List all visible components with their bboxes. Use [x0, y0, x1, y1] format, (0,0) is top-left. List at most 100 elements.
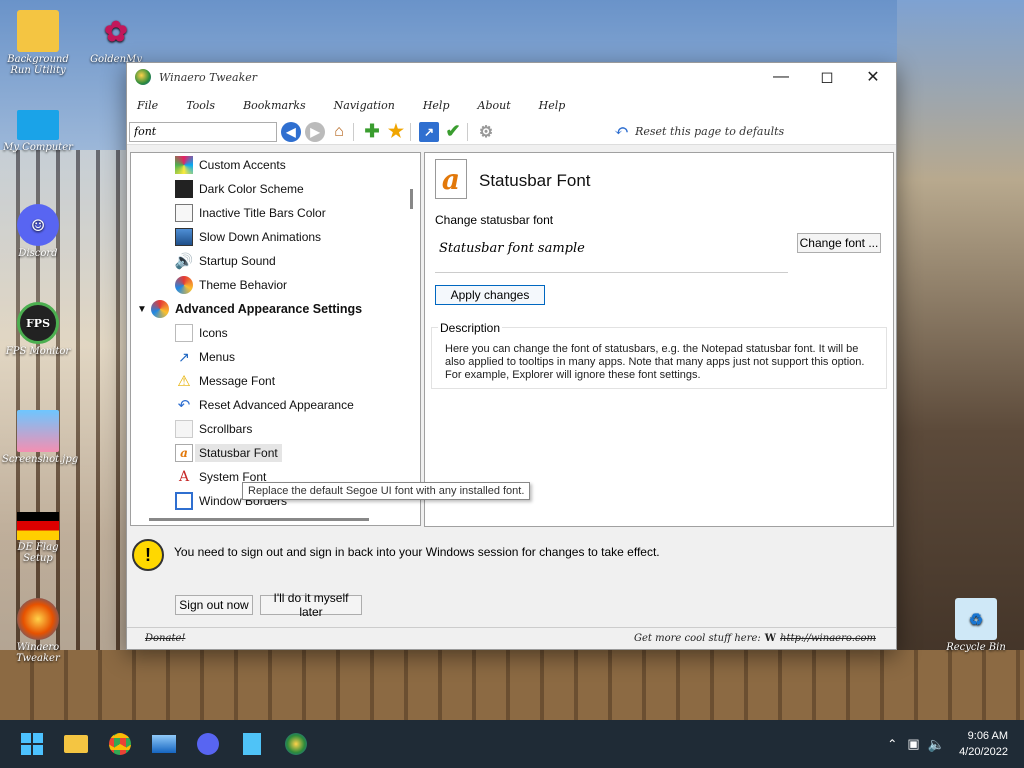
warning-icon: ⚠: [177, 373, 191, 390]
font-file-icon: a: [435, 159, 467, 199]
volume-icon[interactable]: 🔈: [928, 736, 945, 753]
start-icon[interactable]: [12, 724, 52, 764]
close-icon[interactable]: ✕: [850, 63, 896, 91]
desktop-icon-winaero[interactable]: Winaero Tweaker: [2, 598, 74, 664]
scroll-thumb[interactable]: [410, 189, 413, 209]
image-icon: [17, 410, 59, 452]
menu-bar: File Tools Bookmarks Navigation Help Abo…: [127, 91, 896, 119]
taskbar: ⌃ ▣ 🔈 9:06 AM 4/20/2022: [0, 720, 1024, 768]
discord-icon[interactable]: [188, 724, 228, 764]
german-flag-icon: [17, 512, 59, 540]
tooltip: Replace the default Segoe UI font with a…: [242, 482, 531, 500]
tree-vertical-scrollbar[interactable]: [404, 153, 420, 525]
desktop-icon-screenshot[interactable]: Screenshot.jpg: [2, 410, 78, 465]
tree-section-advanced-appearance[interactable]: ▼ Advanced Appearance Settings: [137, 297, 362, 321]
add-bookmark-icon[interactable]: ✚: [362, 121, 382, 142]
icons-icon: [175, 324, 193, 342]
tree-item-startup-sound[interactable]: 🔊 Startup Sound: [175, 249, 276, 273]
chrome-icon[interactable]: [100, 724, 140, 764]
desktop-icon-flag[interactable]: DE Flag Setup: [2, 512, 74, 564]
menu-file[interactable]: File: [137, 99, 158, 112]
home-icon[interactable]: ⌂: [329, 122, 349, 142]
app-icon: [135, 69, 151, 85]
page-title: Statusbar Font: [479, 171, 591, 190]
toolbar: ◀ ▶ ⌂ ✚ ★ ↗ ✔ ⚙ ↶ Reset this page to def…: [127, 119, 896, 145]
tree-item-menus[interactable]: ↗ Menus: [175, 345, 235, 369]
winaero-taskbar-icon[interactable]: [276, 724, 316, 764]
section-icon: [151, 300, 169, 318]
apply-changes-button[interactable]: Apply changes: [435, 285, 545, 305]
change-font-button[interactable]: Change font ...: [797, 233, 881, 253]
minimize-icon[interactable]: —: [758, 63, 804, 91]
photos-icon[interactable]: [144, 724, 184, 764]
desktop-icon-computer[interactable]: My Computer: [2, 110, 74, 153]
recycle-bin-icon: ♻: [955, 598, 997, 640]
back-icon[interactable]: ◀: [281, 121, 301, 142]
shortcut-icon[interactable]: ↗: [419, 121, 439, 142]
desktop-icon-discord[interactable]: ☺ Discord: [2, 204, 74, 259]
settings-tree[interactable]: Custom Accents Dark Color Scheme Inactiv…: [130, 152, 421, 526]
winaero-icon: [17, 598, 59, 640]
tree-item-message-font[interactable]: ⚠ Message Font: [175, 369, 275, 393]
desktop-icon-recycle[interactable]: ♻ Recycle Bin: [940, 598, 1012, 653]
desktop-icon-fps[interactable]: FPS FPS Monitor: [2, 302, 74, 357]
menu-bookmarks[interactable]: Bookmarks: [243, 99, 306, 112]
reset-page-label: Reset this page to defaults: [635, 125, 785, 138]
file-explorer-icon[interactable]: [56, 724, 96, 764]
reset-page-link[interactable]: ↶ Reset this page to defaults: [614, 121, 784, 142]
forward-icon[interactable]: ▶: [305, 121, 325, 142]
menu-about[interactable]: About: [478, 99, 511, 112]
gear-icon[interactable]: ⚙: [476, 122, 496, 142]
chevron-down-icon: ▼: [137, 303, 147, 315]
check-icon[interactable]: ✔: [443, 121, 463, 142]
clock-time: 9:06 AM: [967, 730, 1008, 742]
tree-item-scrollbars[interactable]: Scrollbars: [175, 417, 252, 441]
desktop-icon-folder[interactable]: Background Run Utility: [2, 10, 74, 76]
tree-item-theme-behavior[interactable]: Theme Behavior: [175, 273, 287, 297]
description-text: Here you can change the font of statusba…: [445, 343, 865, 381]
menu-navigation[interactable]: Navigation: [334, 99, 395, 112]
notepad-icon[interactable]: [232, 724, 272, 764]
menu-help-2[interactable]: Help: [539, 99, 566, 112]
folder-icon: [17, 10, 59, 52]
winaero-link[interactable]: http://winaero.com: [780, 633, 876, 644]
later-button[interactable]: I'll do it myself later: [260, 591, 362, 619]
tree-item-custom-accents[interactable]: Custom Accents: [175, 153, 286, 177]
reset-icon: ↶: [177, 397, 191, 414]
system-tray: ⌃ ▣ 🔈 9:06 AM 4/20/2022: [887, 720, 1008, 768]
tree-item-dark-color-scheme[interactable]: Dark Color Scheme: [175, 177, 304, 201]
tree-item-inactive-title-bars[interactable]: Inactive Title Bars Color: [175, 201, 326, 225]
maximize-icon[interactable]: ◻: [804, 63, 850, 91]
discord-icon: ☺: [17, 204, 59, 246]
warning-icon: !: [132, 539, 164, 571]
menu-tools[interactable]: Tools: [186, 99, 215, 112]
clock[interactable]: 9:06 AM 4/20/2022: [959, 728, 1008, 760]
clock-date: 4/20/2022: [959, 746, 1008, 758]
window-title: Winaero Tweaker: [159, 70, 258, 84]
menu-help[interactable]: Help: [423, 99, 450, 112]
search-input[interactable]: [129, 121, 277, 142]
notice-message: You need to sign out and sign in back in…: [174, 545, 660, 559]
system-font-icon: A: [178, 469, 190, 485]
donate-link[interactable]: Donate!: [145, 633, 185, 644]
network-icon[interactable]: ▣: [907, 736, 919, 752]
chevron-up-icon[interactable]: ⌃: [887, 737, 897, 751]
reset-icon: ↶: [614, 121, 630, 142]
font-icon: a: [175, 444, 193, 462]
tree-item-reset-advanced-appearance[interactable]: ↶ Reset Advanced Appearance: [175, 393, 354, 417]
desktop-icon-goldenmy[interactable]: ✿ GoldenMy: [80, 10, 152, 66]
status-bar: Donate! Get more cool stuff here: W http…: [127, 627, 896, 649]
tree-item-statusbar-font[interactable]: a Statusbar Font: [175, 441, 282, 465]
wallpaper-cafe: [0, 650, 1024, 720]
change-font-label: Change statusbar font: [435, 213, 554, 227]
tree-horizontal-scrollbar[interactable]: [149, 518, 369, 521]
tree-item-slow-down-animations[interactable]: Slow Down Animations: [175, 225, 321, 249]
speaker-icon: 🔊: [174, 253, 194, 270]
sign-out-button[interactable]: Sign out now: [175, 595, 253, 615]
star-icon[interactable]: ★: [386, 121, 406, 142]
menus-icon: ↗: [178, 348, 190, 365]
sign-out-notice: ! You need to sign out and sign in back …: [132, 539, 892, 639]
tree-item-icons[interactable]: Icons: [175, 321, 228, 345]
dark-scheme-icon: [175, 180, 193, 198]
flower-icon: ✿: [104, 14, 128, 48]
